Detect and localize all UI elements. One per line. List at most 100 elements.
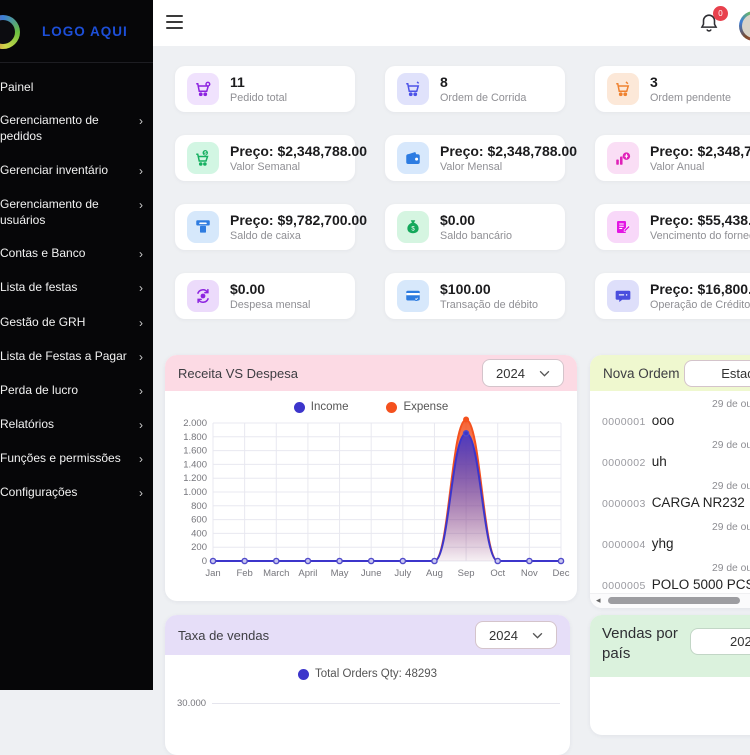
sales-rate-year-dropdown[interactable]: 2024	[475, 621, 557, 649]
hamburger-menu-icon[interactable]	[166, 15, 183, 33]
svg-text:1.800: 1.800	[183, 432, 207, 443]
order-date: 29 de ou	[712, 563, 750, 574]
stat-label: Saldo de caixa	[230, 230, 347, 242]
sidebar-item-funcoes-permissoes[interactable]: Funções e permissões ›	[0, 450, 143, 467]
new-orders-header: Nova Ordem Estado	[590, 355, 750, 391]
estado-filter-dropdown[interactable]: Estado	[684, 360, 750, 387]
card-saldo-caixa[interactable]: Preço: $9,782,700.00 Saldo de caixa	[175, 204, 355, 250]
stat-value: Preço: $9,782,700.00	[230, 212, 347, 228]
chevron-down-icon	[539, 370, 550, 377]
card-ordem-pendente[interactable]: 3Ordem pendente	[595, 66, 750, 112]
chevron-right-icon: ›	[139, 349, 143, 365]
svg-text:Dec: Dec	[553, 568, 570, 579]
sales-by-country-panel: Vendas por país 2024	[590, 615, 750, 735]
notification-badge: 0	[713, 6, 728, 21]
chevron-right-icon: ›	[139, 417, 143, 433]
order-date: 29 de ou	[712, 440, 750, 451]
order-name: POLO 5000 PCS	[652, 577, 750, 592]
order-date: 29 de ou	[712, 399, 750, 410]
chart-legend: Income Expense	[165, 401, 577, 413]
sidebar-item-lista-festas[interactable]: Lista de festas ›	[0, 279, 143, 296]
svg-text:1.200: 1.200	[183, 473, 207, 484]
sales-country-year-dropdown[interactable]: 2024	[690, 628, 750, 655]
stat-label: Despesa mensal	[230, 299, 310, 311]
card-valor-anual[interactable]: Preço: $2,348,788.00Valor Anual	[595, 135, 750, 181]
scroll-left-icon[interactable]: ◂	[596, 595, 601, 606]
order-row[interactable]: 29 de ou 0000004yhg	[602, 520, 750, 561]
sidebar-item-perda-lucro[interactable]: Perda de lucro ›	[0, 382, 143, 399]
card-pedido-total[interactable]: 11Pedido total	[175, 66, 355, 112]
order-row[interactable]: 29 de ou 0000002uh	[602, 438, 750, 479]
card-transacao-debito[interactable]: $100.00 Transação de débito	[385, 273, 565, 319]
sales-rate-legend: Total Orders Qty: 48293	[165, 668, 570, 680]
sidebar-item-contas-banco[interactable]: Contas e Banco ›	[0, 245, 143, 262]
order-id: 0000004	[602, 539, 646, 551]
card-operacao-credito[interactable]: Preço: $16,800.00Operação de Crédito	[595, 273, 750, 319]
svg-text:Nov: Nov	[521, 568, 538, 579]
stat-value: $0.00	[440, 212, 512, 228]
notifications-button[interactable]: 0	[698, 12, 722, 38]
sidebar-item-gerenciar-inventario[interactable]: Gerenciar inventário ›	[0, 162, 143, 179]
sidebar-item-gestao-grh[interactable]: Gestão de GRH ›	[0, 314, 143, 331]
panel-title: Receita VS Despesa	[178, 366, 298, 381]
scrollbar-thumb[interactable]	[608, 597, 740, 604]
sidebar-item-painel[interactable]: Painel	[0, 79, 143, 95]
credit-card-icon	[397, 280, 429, 312]
chevron-right-icon: ›	[139, 485, 143, 501]
income-legend-dot	[294, 402, 305, 413]
sidebar-item-configuracoes[interactable]: Configurações ›	[0, 484, 143, 501]
card-valor-mensal[interactable]: Preço: $2,348,788.00Valor Mensal	[385, 135, 565, 181]
panel-title: Nova Ordem	[603, 366, 680, 381]
order-row[interactable]: 29 de ou 0000003CARGA NR232	[602, 479, 750, 520]
panel-title: Taxa de vendas	[178, 628, 269, 643]
wallet-icon	[397, 142, 429, 174]
order-name: yhg	[652, 536, 674, 551]
stat-value: $100.00	[440, 281, 538, 297]
horizontal-scrollbar[interactable]: ◂	[590, 593, 750, 608]
card-saldo-bancario[interactable]: $ $0.00Saldo bancário	[385, 204, 565, 250]
user-avatar[interactable]	[739, 11, 750, 41]
chevron-right-icon: ›	[139, 163, 143, 179]
card-despesa-mensal[interactable]: $0.00 Despesa mensal	[175, 273, 355, 319]
svg-text:200: 200	[191, 542, 207, 553]
card-valor-semanal[interactable]: $ Preço: $2,348,788.00Valor Semanal	[175, 135, 355, 181]
svg-text:Sep: Sep	[458, 568, 475, 579]
order-name: ooo	[652, 413, 675, 428]
sidebar-nav: Painel Gerenciamento de pedidos › Gerenc…	[0, 63, 153, 512]
stat-label: Ordem pendente	[650, 92, 731, 104]
stat-label: Vencimento do fornecedor	[650, 230, 750, 242]
stat-label: Transação de débito	[440, 299, 538, 311]
sales-rate-panel: Taxa de vendas 2024 Total Orders Qty: 48…	[165, 615, 570, 755]
sidebar-item-gerenciamento-usuarios[interactable]: Gerenciamento de usuários ›	[0, 196, 143, 228]
chevron-right-icon: ›	[139, 280, 143, 296]
credit-card-chat-icon	[607, 280, 639, 312]
cart-plus-icon	[187, 73, 219, 105]
cart-dollar-icon: $	[187, 142, 219, 174]
orders-list: 29 de ou 0000001 ooo 29 de ou 0000002uh 2…	[590, 391, 750, 602]
svg-text:1.600: 1.600	[183, 446, 207, 457]
legend-expense: Expense	[386, 401, 448, 413]
chevron-right-icon: ›	[139, 383, 143, 399]
card-ordem-corrida[interactable]: 8Ordem de Corrida	[385, 66, 565, 112]
sidebar-item-relatorios[interactable]: Relatórios ›	[0, 416, 143, 433]
svg-text:May: May	[331, 568, 349, 579]
panel-title: Vendas por país	[602, 624, 694, 665]
sidebar-item-festas-pagar[interactable]: Lista de Festas a Pagar ›	[0, 348, 143, 365]
stat-label: Valor Anual	[650, 161, 750, 173]
svg-text:Aug: Aug	[426, 568, 443, 579]
chevron-right-icon: ›	[139, 113, 143, 129]
stat-value: $0.00	[230, 281, 310, 297]
order-row[interactable]: 29 de ou 0000001 ooo	[602, 397, 750, 438]
chevron-right-icon: ›	[139, 246, 143, 262]
stat-value: Preço: $2,348,788.00	[230, 143, 347, 159]
new-orders-panel: Nova Ordem Estado 29 de ou 0000001 ooo 29…	[590, 355, 750, 608]
stat-value: 8	[440, 74, 526, 90]
order-id: 0000001	[602, 416, 646, 428]
revenue-panel-header: Receita VS Despesa 2024	[165, 355, 577, 391]
revenue-expense-chart: 02004006008001.0001.2001.4001.6001.8002.…	[165, 415, 577, 590]
revenue-year-dropdown[interactable]: 2024	[482, 359, 564, 387]
sidebar-item-gerenciamento-pedidos[interactable]: Gerenciamento de pedidos ›	[0, 112, 143, 144]
card-vencimento-fornecedor[interactable]: Preço: $55,438.00Vencimento do fornecedo…	[595, 204, 750, 250]
sales-by-country-header: Vendas por país 2024	[590, 615, 750, 677]
stat-cards-grid: 11Pedido total 8Ordem de Corrida 3Ordem …	[175, 66, 750, 319]
